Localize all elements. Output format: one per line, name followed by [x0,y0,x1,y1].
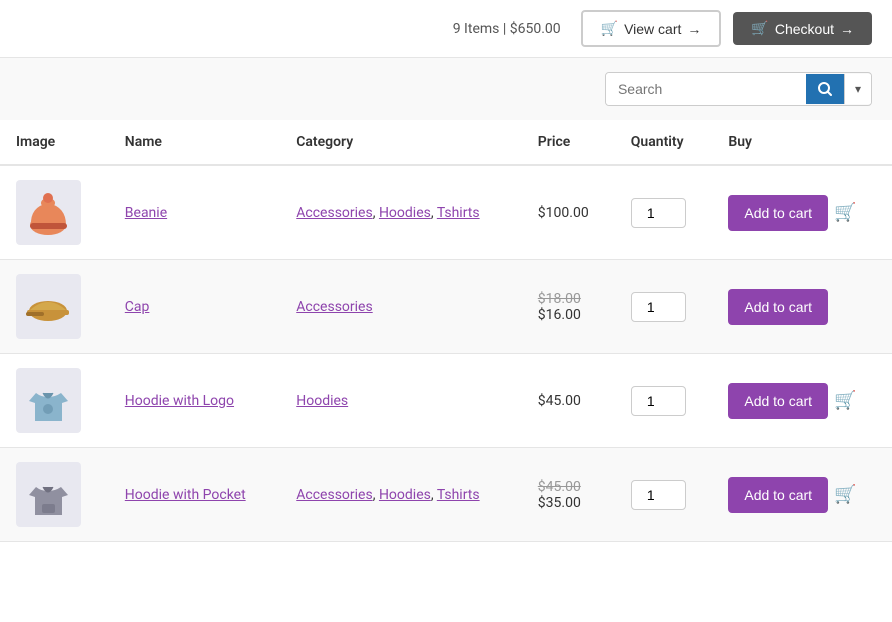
category-link[interactable]: Accessories [296,299,372,315]
search-dropdown-button[interactable]: ▾ [844,74,871,104]
search-icon [818,82,832,96]
product-buy-cell: Add to cart 🛒 [712,354,892,448]
product-quantity-cell [615,165,713,260]
price-current: $16.00 [538,307,599,323]
col-name: Name [109,120,280,165]
product-image-cell [0,260,109,354]
price-original: $18.00 [538,291,599,307]
product-category-cell: Accessories, Hoodies, Tshirts [280,448,522,542]
product-buy-cell: Add to cart 🛒 [712,165,892,260]
table-row: Cap Accessories $18.00$16.00 Add to cart [0,260,892,354]
quantity-input[interactable] [631,480,686,510]
product-name-cell: Beanie [109,165,280,260]
cart-inline-icon: 🛒 [834,390,856,411]
price-current: $100.00 [538,205,599,221]
category-link[interactable]: Hoodies [379,487,431,503]
category-link[interactable]: Accessories [296,205,372,221]
table-body: Beanie Accessories, Hoodies, Tshirts $100.… [0,165,892,542]
product-image [16,274,81,339]
col-category: Category [280,120,522,165]
search-wrapper: ▾ [605,72,872,106]
product-price-cell: $100.00 [522,165,615,260]
price-current: $35.00 [538,495,599,511]
product-image-cell [0,354,109,448]
product-quantity-cell [615,354,713,448]
top-bar: 9 Items | $650.00 🛒 View cart → 🛒 Checko… [0,0,892,58]
product-name-link[interactable]: Hoodie with Pocket [125,487,246,503]
cart-inline-icon: 🛒 [834,484,856,505]
add-to-cart-button[interactable]: Add to cart [728,195,828,231]
cart-icon: 🛒 [601,20,618,37]
product-name-link[interactable]: Hoodie with Logo [125,393,234,409]
product-price-cell: $18.00$16.00 [522,260,615,354]
header-row: Image Name Category Price Quantity Buy [0,120,892,165]
items-count: 9 Items | $650.00 [453,21,561,37]
category-link[interactable]: Tshirts [437,487,480,503]
product-category-cell: Hoodies [280,354,522,448]
category-link[interactable]: Hoodies [379,205,431,221]
table-header: Image Name Category Price Quantity Buy [0,120,892,165]
product-price-cell: $45.00 [522,354,615,448]
product-category-cell: Accessories, Hoodies, Tshirts [280,165,522,260]
product-name-link[interactable]: Beanie [125,205,167,221]
product-image-cell [0,165,109,260]
quantity-input[interactable] [631,292,686,322]
category-link[interactable]: Accessories [296,487,372,503]
price-original: $45.00 [538,479,599,495]
quantity-input[interactable] [631,198,686,228]
add-to-cart-button[interactable]: Add to cart [728,477,828,513]
checkout-icon: 🛒 [751,20,768,37]
table-row: Hoodie with Pocket Accessories, Hoodies, … [0,448,892,542]
product-table: Image Name Category Price Quantity Buy B… [0,120,892,542]
product-name-cell: Hoodie with Logo [109,354,280,448]
product-category-cell: Accessories [280,260,522,354]
table-row: Hoodie with Logo Hoodies $45.00 Add to cart… [0,354,892,448]
product-image [16,368,81,433]
product-quantity-cell [615,260,713,354]
search-bar-row: ▾ [0,58,892,120]
price-current: $45.00 [538,393,599,409]
product-buy-cell: Add to cart [712,260,892,354]
checkout-button[interactable]: 🛒 Checkout → [733,12,872,45]
product-name-cell: Cap [109,260,280,354]
view-cart-button[interactable]: 🛒 View cart → [581,10,722,47]
category-link[interactable]: Hoodies [296,393,348,409]
col-buy: Buy [712,120,892,165]
product-name-link[interactable]: Cap [125,299,150,315]
add-to-cart-button[interactable]: Add to cart [728,289,828,325]
search-input[interactable] [606,73,806,105]
product-price-cell: $45.00$35.00 [522,448,615,542]
product-buy-cell: Add to cart 🛒 [712,448,892,542]
add-to-cart-button[interactable]: Add to cart [728,383,828,419]
product-quantity-cell [615,448,713,542]
search-button[interactable] [806,74,844,104]
product-name-cell: Hoodie with Pocket [109,448,280,542]
product-image-cell [0,448,109,542]
col-image: Image [0,120,109,165]
col-quantity: Quantity [615,120,713,165]
cart-inline-icon: 🛒 [834,202,856,223]
col-price: Price [522,120,615,165]
table-row: Beanie Accessories, Hoodies, Tshirts $100.… [0,165,892,260]
product-image [16,462,81,527]
category-link[interactable]: Tshirts [437,205,480,221]
chevron-down-icon: ▾ [855,82,861,96]
quantity-input[interactable] [631,386,686,416]
product-image [16,180,81,245]
